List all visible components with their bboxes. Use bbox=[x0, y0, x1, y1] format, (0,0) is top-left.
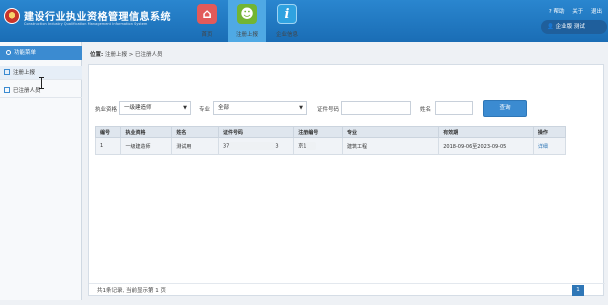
col-header: 证件号码 bbox=[217, 126, 295, 138]
breadcrumb-prefix: 位置: bbox=[90, 52, 104, 58]
sidebar-header: 功能菜单 bbox=[0, 46, 82, 60]
cert-end: 3 bbox=[275, 143, 279, 150]
pager-summary: 共1条记录, 当前显示第 1 页 bbox=[97, 288, 166, 294]
sidebar-item-label: 注册上报 bbox=[13, 70, 36, 76]
dropdown-arrow-icon: ▼ bbox=[183, 105, 187, 111]
sidebar-title: 功能菜单 bbox=[14, 50, 37, 56]
logout-link[interactable]: 退出 bbox=[591, 9, 602, 15]
doc-icon bbox=[4, 69, 10, 75]
cell-valid: 2018-09-06至2023-09-05 bbox=[438, 137, 534, 155]
table-header-row: 编号 执业资格 姓名 证件号码 注册编号 专业 有效期 操作 bbox=[94, 126, 567, 138]
search-button[interactable]: 查询 bbox=[483, 100, 527, 117]
breadcrumb: 位置: 注册上报 > 已注册人员 bbox=[90, 50, 163, 58]
menu-dot-icon bbox=[6, 50, 11, 55]
breadcrumb-path: 注册上报 > 已注册人员 bbox=[104, 52, 163, 58]
col-header: 有效期 bbox=[438, 126, 534, 138]
main-content: 位置: 注册上报 > 已注册人员 执业资格 一级建造师 ▼ 专业 全部 ▼ 证件号码… bbox=[84, 42, 608, 305]
table-row: 1 一级建造师 测试用 37 3 京1 建筑工程 2018-09-06至2023-… bbox=[94, 137, 567, 155]
divider bbox=[89, 283, 605, 284]
nav-registration-label: 注册上报 bbox=[235, 32, 258, 38]
redacted-block bbox=[229, 142, 276, 150]
major-select[interactable]: 全部 ▼ bbox=[213, 101, 307, 115]
major-select-value: 全部 bbox=[218, 105, 230, 111]
cell-cert: 37 3 bbox=[217, 137, 295, 155]
page-button-current[interactable]: 1 bbox=[572, 285, 584, 296]
page-footer bbox=[0, 300, 608, 305]
col-header: 执业资格 bbox=[120, 126, 173, 138]
col-header: 注册编号 bbox=[293, 126, 343, 138]
col-header: 操作 bbox=[532, 126, 567, 138]
qual-select-value: 一级建造师 bbox=[124, 105, 152, 111]
cell-major: 建筑工程 bbox=[341, 137, 440, 155]
user-name: 企业版 测试 bbox=[555, 24, 585, 30]
app-title: 建设行业执业资格管理信息系统 bbox=[24, 12, 171, 23]
qual-select[interactable]: 一级建造师 ▼ bbox=[119, 101, 191, 115]
detail-link[interactable]: 详细 bbox=[532, 137, 567, 155]
name-input[interactable] bbox=[435, 101, 473, 115]
col-header: 编号 bbox=[94, 126, 122, 138]
cell-name: 测试用 bbox=[171, 137, 219, 155]
doc-icon bbox=[4, 87, 10, 93]
cell-no: 1 bbox=[94, 137, 122, 155]
sidebar-item-label: 已注册人员 bbox=[13, 88, 41, 94]
nav-enterprise[interactable]: i 企业信息 bbox=[268, 0, 306, 42]
person-icon: ☻ bbox=[237, 4, 257, 24]
col-header: 专业 bbox=[341, 126, 440, 138]
nav-enterprise-label: 企业信息 bbox=[275, 32, 298, 38]
cell-qual: 一级建造师 bbox=[120, 137, 173, 155]
cert-number-input[interactable] bbox=[341, 101, 411, 115]
cert-label: 证件号码 bbox=[317, 107, 340, 113]
top-links: ? 帮助 关于 退出 bbox=[543, 7, 602, 15]
nav-home[interactable]: ⌂ 首页 bbox=[188, 0, 226, 42]
home-icon: ⌂ bbox=[197, 4, 217, 24]
major-label: 专业 bbox=[199, 107, 211, 113]
nav-home-label: 首页 bbox=[201, 32, 213, 38]
top-header: 建设行业执业资格管理信息系统 Construction Industry Qua… bbox=[0, 0, 608, 42]
col-header: 姓名 bbox=[171, 126, 219, 138]
qual-label: 执业资格 bbox=[95, 107, 118, 113]
user-badge[interactable]: 👤 企业版 测试 bbox=[541, 20, 607, 34]
user-icon: 👤 bbox=[547, 24, 554, 30]
info-icon: i bbox=[277, 4, 297, 24]
logo-emblem-icon bbox=[4, 8, 20, 24]
reg-start: 京1 bbox=[298, 143, 307, 150]
dropdown-arrow-icon: ▼ bbox=[299, 105, 303, 111]
text-cursor-icon bbox=[39, 77, 44, 89]
registered-people-table: 编号 执业资格 姓名 证件号码 注册编号 专业 有效期 操作 1 一级建造师 测… bbox=[94, 126, 567, 155]
about-link[interactable]: 关于 bbox=[572, 9, 583, 15]
app-subtitle: Construction Industry Qualification Mana… bbox=[24, 22, 148, 26]
nav-registration[interactable]: ☻ 注册上报 bbox=[228, 0, 266, 42]
help-link[interactable]: ? 帮助 bbox=[549, 9, 565, 15]
name-label: 姓名 bbox=[420, 107, 432, 113]
redacted-block bbox=[306, 142, 317, 150]
cell-reg: 京1 bbox=[293, 137, 343, 155]
content-panel: 执业资格 一级建造师 ▼ 专业 全部 ▼ 证件号码 姓名 查询 编号 执业资格 姓名… bbox=[88, 64, 605, 296]
